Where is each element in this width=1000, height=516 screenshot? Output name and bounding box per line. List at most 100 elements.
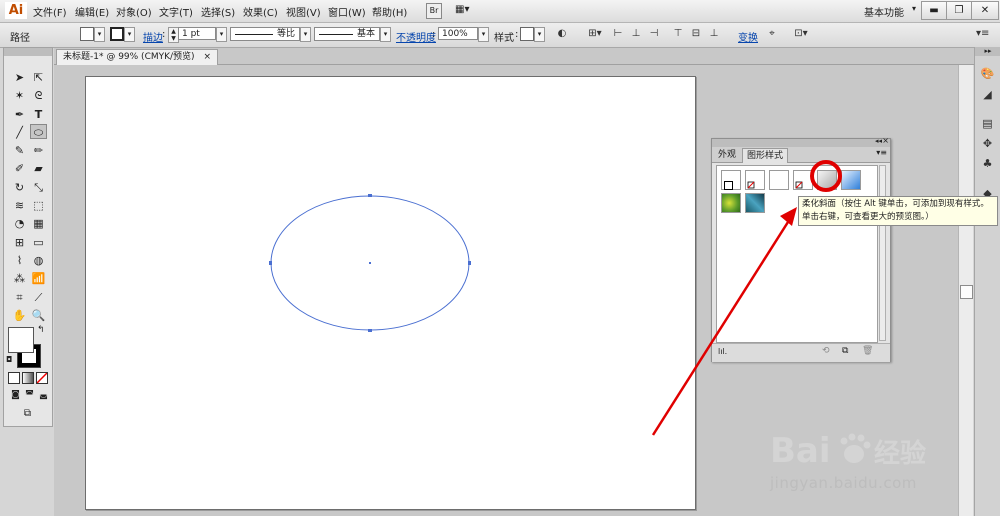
style-blue-gradient[interactable] (841, 170, 861, 190)
swap-colors-icon[interactable]: ↰ (37, 325, 45, 335)
bridge-icon[interactable]: Br (426, 3, 442, 19)
menu-effect[interactable]: 效果(C) (243, 4, 278, 19)
fill-swatch[interactable] (80, 27, 94, 41)
menu-edit[interactable]: 编辑(E) (75, 4, 109, 19)
direct-selection-tool-icon[interactable]: ⇱ (30, 70, 47, 85)
break-link-icon[interactable]: ⟲ (822, 346, 830, 356)
stroke-dropdown[interactable]: ▾ (124, 27, 135, 42)
menu-window[interactable]: 窗口(W) (328, 4, 366, 19)
draw-inside-icon[interactable]: ◛ (35, 388, 52, 403)
style-green-texture[interactable] (721, 193, 741, 213)
stroke-weight-dropdown[interactable]: ▾ (216, 27, 227, 42)
brushes-panel-icon[interactable]: ✥ (979, 137, 996, 151)
blend-tool-icon[interactable]: ◍ (30, 253, 47, 268)
mesh-tool-icon[interactable]: ⊞ (11, 235, 28, 250)
align-to-icon[interactable]: ⊞▾ (586, 28, 604, 40)
align-right-icon[interactable]: ⊣ (648, 28, 660, 40)
rotate-tool-icon[interactable]: ↻ (11, 180, 28, 195)
workspace-switcher[interactable]: 基本功能 (864, 4, 904, 19)
lasso-tool-icon[interactable]: ᘓ (30, 88, 47, 103)
style-none[interactable] (793, 170, 813, 190)
align-center-icon[interactable]: ⊥ (630, 28, 642, 40)
pen-tool-icon[interactable]: ✒ (11, 107, 28, 122)
slice-tool-icon[interactable]: ⟋ (30, 290, 47, 305)
symbols-panel-icon[interactable]: ♣ (979, 157, 996, 171)
artboard[interactable] (85, 76, 696, 510)
arrange-documents-icon[interactable]: ▦▾ (455, 3, 475, 17)
scrollbar-thumb[interactable] (960, 285, 973, 299)
eraser-tool-icon[interactable]: ▰ (30, 161, 47, 176)
opacity-link[interactable]: 不透明度 (396, 29, 436, 44)
ellipse-tool-icon[interactable]: ⬭ (30, 124, 47, 139)
brush-definition[interactable]: 基本 (314, 27, 380, 41)
graphic-style-swatch[interactable] (520, 27, 534, 41)
color-guide-icon[interactable]: ◢ (979, 88, 996, 102)
stroke-swatch[interactable] (110, 27, 124, 41)
tab-graphic-styles[interactable]: 图形样式 (742, 148, 789, 163)
menu-view[interactable]: 视图(V) (286, 4, 321, 19)
select-similar-icon[interactable]: ⊡▾ (790, 28, 812, 40)
swatches-panel-icon[interactable]: ▤ (979, 117, 996, 131)
recolor-icon[interactable]: ◐ (556, 28, 568, 40)
stroke-link[interactable]: 描边 (143, 29, 163, 44)
document-tab-close[interactable]: × (203, 52, 211, 62)
style-soft-bevel[interactable] (817, 170, 837, 190)
style-blue-texture[interactable] (745, 193, 765, 213)
style-library-menu-button[interactable]: lıl. (718, 347, 727, 356)
panel-scrollbar[interactable] (879, 165, 886, 341)
shape-builder-tool-icon[interactable]: ◔ (11, 216, 28, 231)
variable-width-profile[interactable]: 等比 (230, 27, 300, 41)
isolate-icon[interactable]: ⌖ (766, 28, 778, 40)
pencil-tool-icon[interactable]: ✏ (30, 143, 47, 158)
symbol-sprayer-tool-icon[interactable]: ⁂ (11, 271, 28, 286)
perspective-grid-tool-icon[interactable]: ▦ (30, 216, 47, 231)
hand-tool-icon[interactable]: ✋ (11, 308, 28, 323)
gradient-tool-icon[interactable]: ▭ (30, 235, 47, 250)
style-default-text[interactable] (745, 170, 765, 190)
menu-help[interactable]: 帮助(H) (372, 4, 407, 19)
menu-file[interactable]: 文件(F) (33, 4, 67, 19)
line-tool-icon[interactable]: ╱ (11, 125, 28, 140)
dock-collapse-icon[interactable]: ▸▸ (975, 47, 1000, 56)
none-mode-icon[interactable] (36, 372, 48, 384)
profile-dropdown[interactable]: ▾ (300, 27, 311, 42)
default-colors-icon[interactable]: ◘ (6, 355, 12, 364)
type-tool-icon[interactable]: T (30, 107, 47, 122)
gradient-mode-icon[interactable] (22, 372, 34, 384)
canvas-vertical-scrollbar[interactable] (958, 65, 973, 516)
close-window-button[interactable]: ✕ (971, 1, 999, 20)
document-tab[interactable]: 未标题-1* @ 99% (CMYK/预览) × (56, 49, 218, 65)
tab-appearance[interactable]: 外观 (714, 148, 740, 162)
warp-tool-icon[interactable]: ≋ (11, 198, 28, 213)
scale-tool-icon[interactable]: ⤡ (30, 180, 47, 195)
minimize-button[interactable]: ▬ (921, 1, 947, 20)
opacity-field[interactable]: 100% (438, 27, 478, 40)
paintbrush-tool-icon[interactable]: ✎ (11, 143, 28, 158)
stroke-weight-field[interactable]: 1 pt (178, 27, 216, 40)
column-graph-tool-icon[interactable]: 📶 (30, 271, 47, 286)
blob-brush-tool-icon[interactable]: ✐ (11, 161, 28, 176)
free-transform-tool-icon[interactable]: ⬚ (30, 198, 47, 213)
align-middle-icon[interactable]: ⊟ (690, 28, 702, 40)
toolbox-grip[interactable] (4, 48, 52, 56)
artboard-tool-icon[interactable]: ⌗ (11, 290, 28, 305)
fill-color-box[interactable] (8, 327, 34, 353)
align-left-icon[interactable]: ⊢ (612, 28, 624, 40)
delete-style-icon[interactable]: 🗑 (862, 346, 873, 356)
zoom-tool-icon[interactable]: 🔍 (30, 308, 47, 323)
align-bottom-icon[interactable]: ⊥ (708, 28, 720, 40)
graphic-style-dropdown[interactable]: ▾ (534, 27, 545, 42)
color-mode-icon[interactable] (8, 372, 20, 384)
style-default[interactable] (721, 170, 741, 190)
menu-select[interactable]: 选择(S) (201, 4, 235, 19)
transform-link[interactable]: 变换 (738, 29, 758, 44)
eyedropper-tool-icon[interactable]: ⌇ (11, 253, 28, 268)
style-blank[interactable] (769, 170, 789, 190)
panel-title-bar[interactable]: ◂◂ × (712, 136, 890, 147)
panel-close-button[interactable]: × (882, 136, 889, 145)
fill-dropdown[interactable]: ▾ (94, 27, 105, 42)
panel-menu-icon[interactable]: ▾≡ (876, 148, 887, 157)
screen-mode-icon[interactable]: ⧉ (19, 406, 36, 421)
panel-collapse-button[interactable]: ◂◂ (875, 137, 882, 145)
chevron-down-icon[interactable]: ▾ (912, 4, 916, 13)
